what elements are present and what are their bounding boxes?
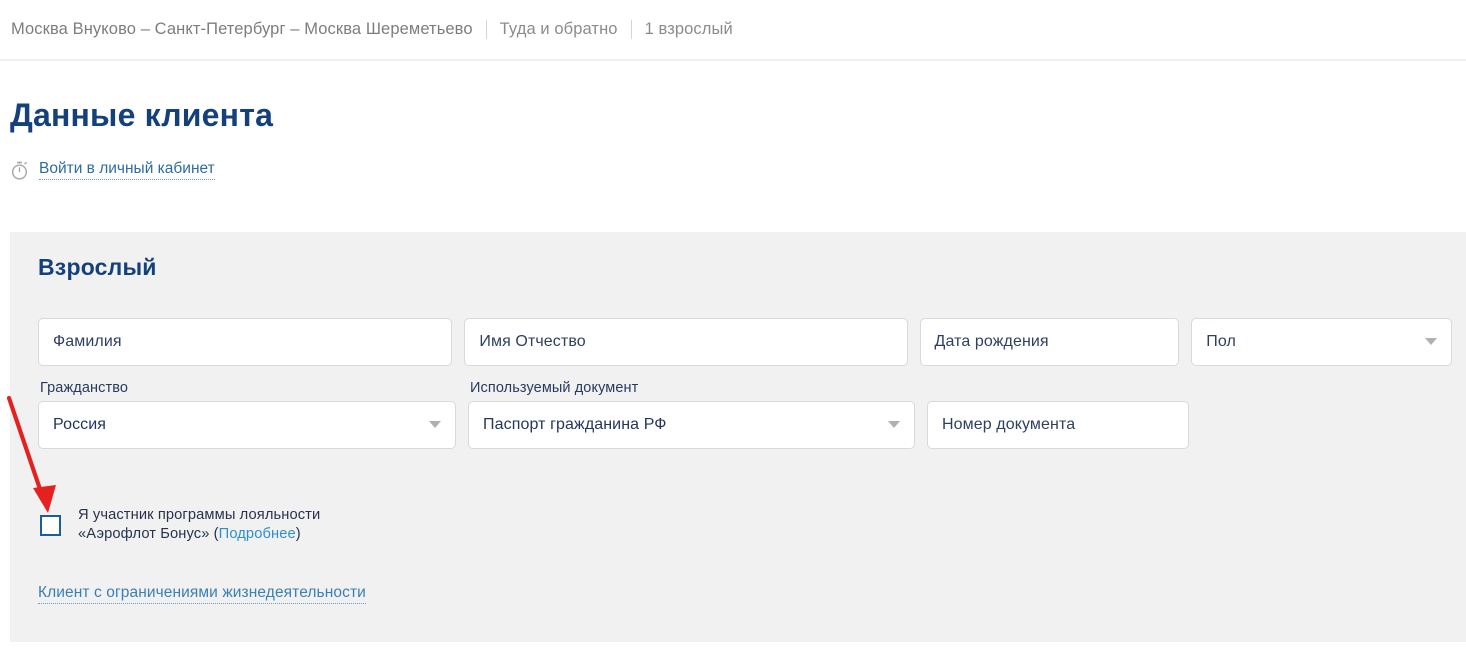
document-type-select[interactable]: Паспорт гражданина РФ [468, 401, 915, 449]
field-gender: Пол [1191, 318, 1452, 366]
surname-input[interactable]: Фамилия [38, 318, 453, 366]
document-number-placeholder: Номер документа [942, 416, 1076, 433]
surname-placeholder: Фамилия [53, 333, 122, 350]
passenger-count: 1 взрослый [644, 20, 733, 38]
loyalty-checkbox-row[interactable]: Я участник программы лояльности «Аэрофло… [40, 506, 320, 544]
field-document-number: Номер документа [927, 401, 1189, 449]
loyalty-checkbox[interactable] [40, 514, 61, 536]
birthdate-placeholder: Дата рождения [934, 333, 1049, 350]
document-type-value: Паспорт гражданина РФ [483, 416, 667, 433]
loyalty-line-2-suffix: ) [295, 526, 301, 542]
loyalty-line-1: Я участник программы лояльности [78, 507, 321, 523]
loyalty-label: Я участник программы лояльности «Аэрофло… [78, 506, 320, 544]
stopwatch-icon [10, 161, 39, 180]
birthdate-input[interactable]: Дата рождения [919, 318, 1180, 366]
login-link[interactable]: Войти в личный кабинет [39, 160, 215, 180]
form-row-documents: Гражданство Россия Используемый документ… [38, 380, 1452, 449]
passenger-form-panel: Взрослый Фамилия Имя Отчество Дата рожде… [10, 232, 1466, 642]
document-type-label: Используемый документ [470, 380, 639, 396]
citizenship-value: Россия [53, 416, 107, 433]
firstname-placeholder: Имя Отчество [479, 333, 586, 350]
separator [630, 20, 632, 39]
chevron-down-icon[interactable] [429, 421, 441, 428]
document-number-input[interactable]: Номер документа [927, 401, 1189, 449]
chevron-down-icon[interactable] [888, 421, 900, 428]
citizenship-select[interactable]: Россия [38, 401, 456, 449]
disability-link-row: Клиент с ограничениями жизнедеятельности [38, 584, 366, 604]
field-birthdate: Дата рождения [919, 318, 1180, 366]
field-surname: Фамилия [38, 318, 453, 366]
trip-type: Туда и обратно [499, 20, 618, 38]
panel-title: Взрослый [38, 254, 157, 280]
loyalty-line-2-prefix: «Аэрофлот Бонус» ( [78, 526, 219, 542]
firstname-input[interactable]: Имя Отчество [464, 318, 908, 366]
chevron-down-icon[interactable] [1425, 338, 1437, 345]
separator [485, 20, 487, 39]
disability-link[interactable]: Клиент с ограничениями жизнедеятельности [38, 584, 366, 604]
field-firstname: Имя Отчество [464, 318, 908, 366]
trip-route: Москва Внуково – Санкт-Петербург – Москв… [11, 20, 473, 38]
loyalty-details-link[interactable]: Подробнее [219, 526, 296, 542]
trip-summary-bar: Москва Внуково – Санкт-Петербург – Москв… [0, 0, 1466, 61]
page-title: Данные клиента [10, 97, 274, 133]
gender-placeholder: Пол [1206, 333, 1236, 350]
login-row: Войти в личный кабинет [0, 134, 1466, 180]
gender-select[interactable]: Пол [1191, 318, 1452, 366]
citizenship-label: Гражданство [40, 380, 128, 396]
form-row-names: Фамилия Имя Отчество Дата рождения Пол [38, 318, 1452, 366]
field-citizenship: Гражданство Россия [38, 380, 456, 449]
field-document-type: Используемый документ Паспорт гражданина… [468, 380, 915, 449]
